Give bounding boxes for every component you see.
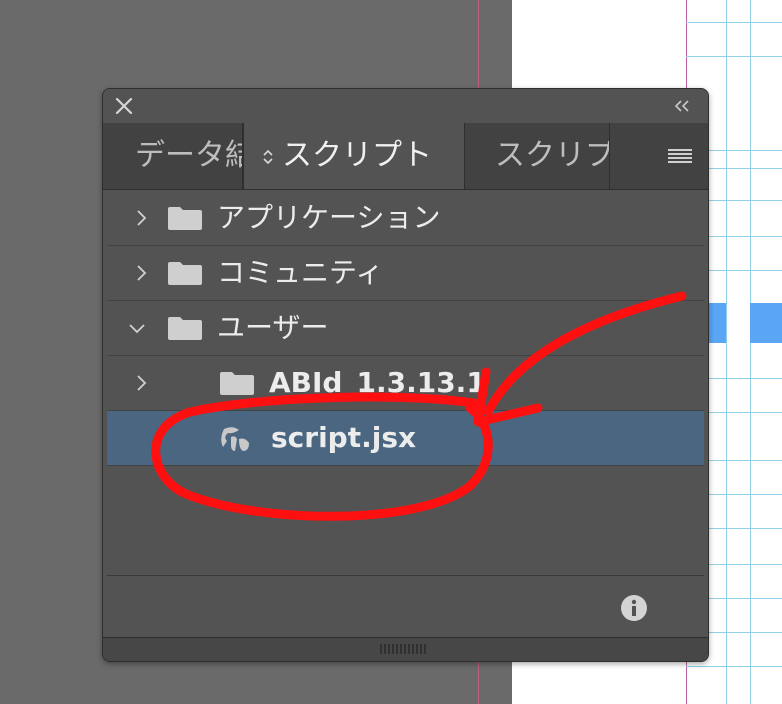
tree-item-label: script.jsx xyxy=(271,421,417,454)
selected-frame xyxy=(750,303,782,343)
tree-item-user[interactable]: ユーザー xyxy=(107,301,704,356)
info-icon[interactable] xyxy=(620,594,648,622)
tab-label: スクリプトラベル xyxy=(495,138,610,173)
resize-grip-icon[interactable] xyxy=(379,643,429,655)
folder-icon xyxy=(168,207,202,230)
tree-item-label: ユーザー xyxy=(217,311,329,344)
baseline-guide xyxy=(686,56,782,57)
folder-icon xyxy=(168,262,202,285)
panel-tab-bar: データ結合 スクリプト スクリプトラベル xyxy=(103,123,708,190)
tree-item-label: アプリケーション xyxy=(217,201,441,234)
tab-label: データ結合 xyxy=(135,138,242,173)
chevron-right-icon[interactable] xyxy=(131,263,151,283)
collapse-icon[interactable] xyxy=(672,96,692,116)
tab-scripts[interactable]: スクリプト xyxy=(243,123,465,189)
baseline-guide xyxy=(686,22,782,23)
folder-icon xyxy=(220,372,254,395)
panel-titlebar[interactable] xyxy=(103,89,708,123)
tree-item-community[interactable]: コミュニティ xyxy=(107,246,704,301)
tab-script-label[interactable]: スクリプトラベル xyxy=(465,123,610,189)
close-icon[interactable] xyxy=(113,95,135,117)
scripts-panel: データ結合 スクリプト スクリプトラベル アプリケーション xyxy=(102,88,709,662)
panel-resize-bar[interactable] xyxy=(103,637,708,661)
tree-item-application[interactable]: アプリケーション xyxy=(107,191,704,246)
panel-footer xyxy=(103,577,708,637)
tab-label: スクリプト xyxy=(282,138,432,173)
tree-item-script-jsx[interactable]: script.jsx xyxy=(107,411,704,466)
chevron-down-icon[interactable] xyxy=(127,318,147,338)
sort-icon xyxy=(263,149,273,164)
script-tree: アプリケーション コミュニティ ユーザー ABId_1.3.13.1 scrip… xyxy=(107,191,704,576)
menu-icon[interactable] xyxy=(666,145,694,167)
tree-item-abid-folder[interactable]: ABId_1.3.13.1 xyxy=(107,356,704,411)
chevron-right-icon[interactable] xyxy=(131,373,151,393)
tree-item-label: ABId_1.3.13.1 xyxy=(269,366,486,399)
tab-data-merge[interactable]: データ結合 xyxy=(103,123,243,189)
folder-icon xyxy=(168,317,202,340)
script-icon xyxy=(221,427,249,451)
chevron-right-icon[interactable] xyxy=(131,208,151,228)
tree-item-label: コミュニティ xyxy=(217,256,384,289)
baseline-guide xyxy=(686,666,782,667)
